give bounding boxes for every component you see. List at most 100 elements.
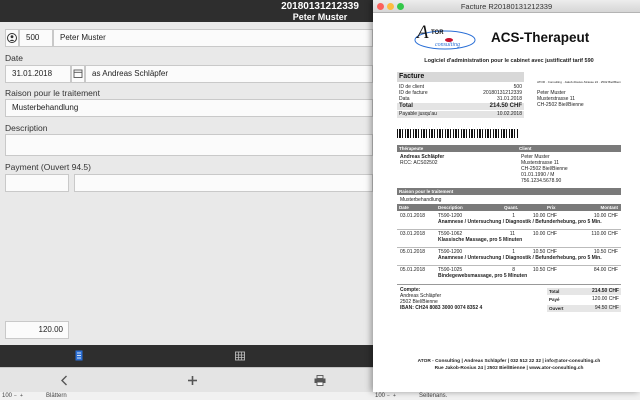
invoice-document: A TOR consulting ACS-Therapeut Logiciel … (397, 16, 621, 386)
window-title: Facture R20180131212339 (460, 2, 553, 11)
row-amount: 110.00 CHF (591, 231, 618, 237)
client-ahv: 756.1234.5678.90 (521, 178, 562, 184)
parties-header: Thérapeute Client (397, 145, 621, 152)
table-row: 05.01.2018 T590-1200 1 10.50 CHF 10.50 C… (397, 249, 621, 264)
reason-text: Musterbehandlung (400, 197, 442, 203)
summary-paid-label: Payé (549, 297, 560, 302)
col-price: Prix (547, 205, 556, 210)
patient-name-field[interactable]: Peter Muster (53, 29, 373, 47)
summary-open: Ouvert 94.50 CHF (547, 305, 621, 312)
preview-zoom-level[interactable]: 100 (375, 392, 385, 400)
table-row: 03.01.2018 T590-1200 1 10.00 CHF 10.00 C… (397, 213, 621, 228)
row-date: 03.01.2018 (400, 231, 426, 237)
svg-text:TOR: TOR (431, 30, 444, 36)
layout-mode[interactable]: Blättern (46, 392, 67, 400)
row-description: Anamnese / Untersuchung / Diagnostik / B… (438, 255, 602, 261)
summary-paid-value: 120.00 CHF (592, 296, 619, 302)
payable-row: Payable jusqu'au 10.02.2018 (397, 111, 524, 118)
preview-zoom-out-icon[interactable]: − (387, 392, 390, 400)
brand-name: ACS-Therapeut (491, 30, 590, 45)
reason-field[interactable]: Musterbehandlung (5, 99, 373, 117)
payment-label: Payment (Ouvert 94.5) (5, 162, 91, 172)
row-date: 05.01.2018 (400, 267, 426, 273)
footer-contact: ATOR - Consulting | Andreas Schläpfer | … (417, 359, 601, 364)
person-icon (7, 33, 17, 43)
row-description: Bindegewebsmassage, pro 5 Minuten (438, 273, 528, 279)
col-description: Description (438, 205, 463, 210)
payment-date-field[interactable] (5, 174, 69, 192)
invoice-form: 500 Peter Muster Date 31.01.2018 as Andr… (0, 22, 373, 345)
add-icon[interactable] (187, 375, 198, 386)
therapist-rcc: RCC: ACS02502 (400, 160, 438, 166)
ator-consulting-logo: A TOR consulting (414, 22, 476, 50)
status-bar-left: 100 − + Blättern (0, 392, 373, 400)
summary-total-label: Total (549, 289, 560, 294)
table-end-rule (397, 284, 621, 285)
payable-value: 10.02.2018 (496, 111, 522, 117)
services-table-header: Date Description Quant. Prix Montant (397, 204, 621, 211)
status-bar-right: 100 − + Seitenans. (373, 392, 640, 400)
account-iban: IBAN: CH24 8083 3000 0074 8352 4 (400, 305, 483, 311)
sender-line: ATOR · Consulting · Jakob-Rosius-Strasse… (537, 81, 621, 84)
svg-text:A: A (415, 22, 429, 43)
invoice-preview-window: Facture R20180131212339 A TOR consulting… (373, 0, 640, 392)
summary-total: Total 214.50 CHF (547, 288, 621, 295)
table-view-icon[interactable] (235, 351, 245, 361)
meta-value-date: 31.01.2018 (496, 96, 522, 102)
total-row: Total 214.50 CHF (397, 103, 524, 110)
row-date: 03.01.2018 (400, 213, 426, 219)
reason-label: Raison pour le traitement (5, 88, 100, 98)
therapist-field[interactable]: as Andreas Schläpfer (85, 65, 373, 83)
minimize-window-button[interactable] (387, 3, 394, 10)
row-description: Klassische Massage, pro 5 Minuten (438, 237, 523, 243)
payment-amount-field[interactable] (74, 174, 373, 192)
zoom-level[interactable]: 100 (2, 392, 12, 400)
footer-address: Rue Jakob-Rosius 24 | 2502 Biel/Bienne |… (434, 366, 584, 371)
svg-text:consulting: consulting (435, 42, 460, 48)
form-view-icon[interactable] (74, 350, 84, 361)
row-amount: 84.00 CHF (593, 267, 618, 273)
therapist-heading: Thérapeute (399, 146, 424, 151)
row-date: 05.01.2018 (400, 249, 426, 255)
date-label: Date (5, 53, 23, 63)
recipient-city: CH-2502 Biel/Bienne (537, 102, 584, 108)
col-date: Date (399, 205, 409, 210)
row-price: 10.00 CHF (532, 231, 557, 237)
date-picker-button[interactable] (71, 65, 85, 83)
client-heading: Client (519, 146, 532, 151)
col-quantity: Quant. (504, 205, 519, 210)
row-divider (397, 229, 621, 230)
total-field: 120.00 (5, 321, 69, 339)
patient-id-field[interactable]: 500 (19, 29, 53, 47)
view-switch-bar (0, 345, 373, 367)
description-label: Description (5, 123, 48, 133)
summary-open-value: 94.50 CHF (594, 305, 619, 311)
window-titlebar[interactable]: Facture R20180131212339 (373, 0, 640, 13)
table-row: 03.01.2018 T590-1062 11 10.00 CHF 110.00… (397, 231, 621, 246)
preview-mode[interactable]: Seitenans. (419, 392, 447, 400)
table-row: 05.01.2018 T590-1025 8 10.50 CHF 84.00 C… (397, 267, 621, 282)
tagline: Logiciel d'administration pour le cabine… (424, 58, 594, 64)
row-divider (397, 247, 621, 248)
preview-zoom-in-icon[interactable]: + (393, 392, 396, 400)
reason-heading: Raison pour le traitement (397, 188, 621, 195)
meta-label-date: Data (399, 96, 410, 102)
patient-lookup-button[interactable] (5, 29, 19, 47)
close-window-button[interactable] (377, 3, 384, 10)
zoom-window-button[interactable] (397, 3, 404, 10)
navigation-bar (0, 367, 373, 392)
back-chevron-icon[interactable] (60, 375, 68, 386)
zoom-in-icon[interactable]: + (20, 392, 23, 400)
summary-open-label: Ouvert (549, 306, 564, 311)
facture-title: Facture (397, 72, 524, 82)
col-amount: Montant (600, 205, 619, 210)
date-field[interactable]: 31.01.2018 (5, 65, 71, 83)
summary-total-value: 214.50 CHF (592, 288, 619, 294)
summary-paid: Payé 120.00 CHF (547, 296, 621, 303)
total-value: 214.50 CHF (489, 103, 522, 109)
description-field[interactable] (5, 134, 373, 156)
print-icon[interactable] (314, 375, 326, 386)
row-description: Anamnese / Untersuchung / Diagnostik / B… (438, 219, 602, 225)
zoom-out-icon[interactable]: − (14, 392, 17, 400)
total-label: Total (399, 103, 413, 109)
